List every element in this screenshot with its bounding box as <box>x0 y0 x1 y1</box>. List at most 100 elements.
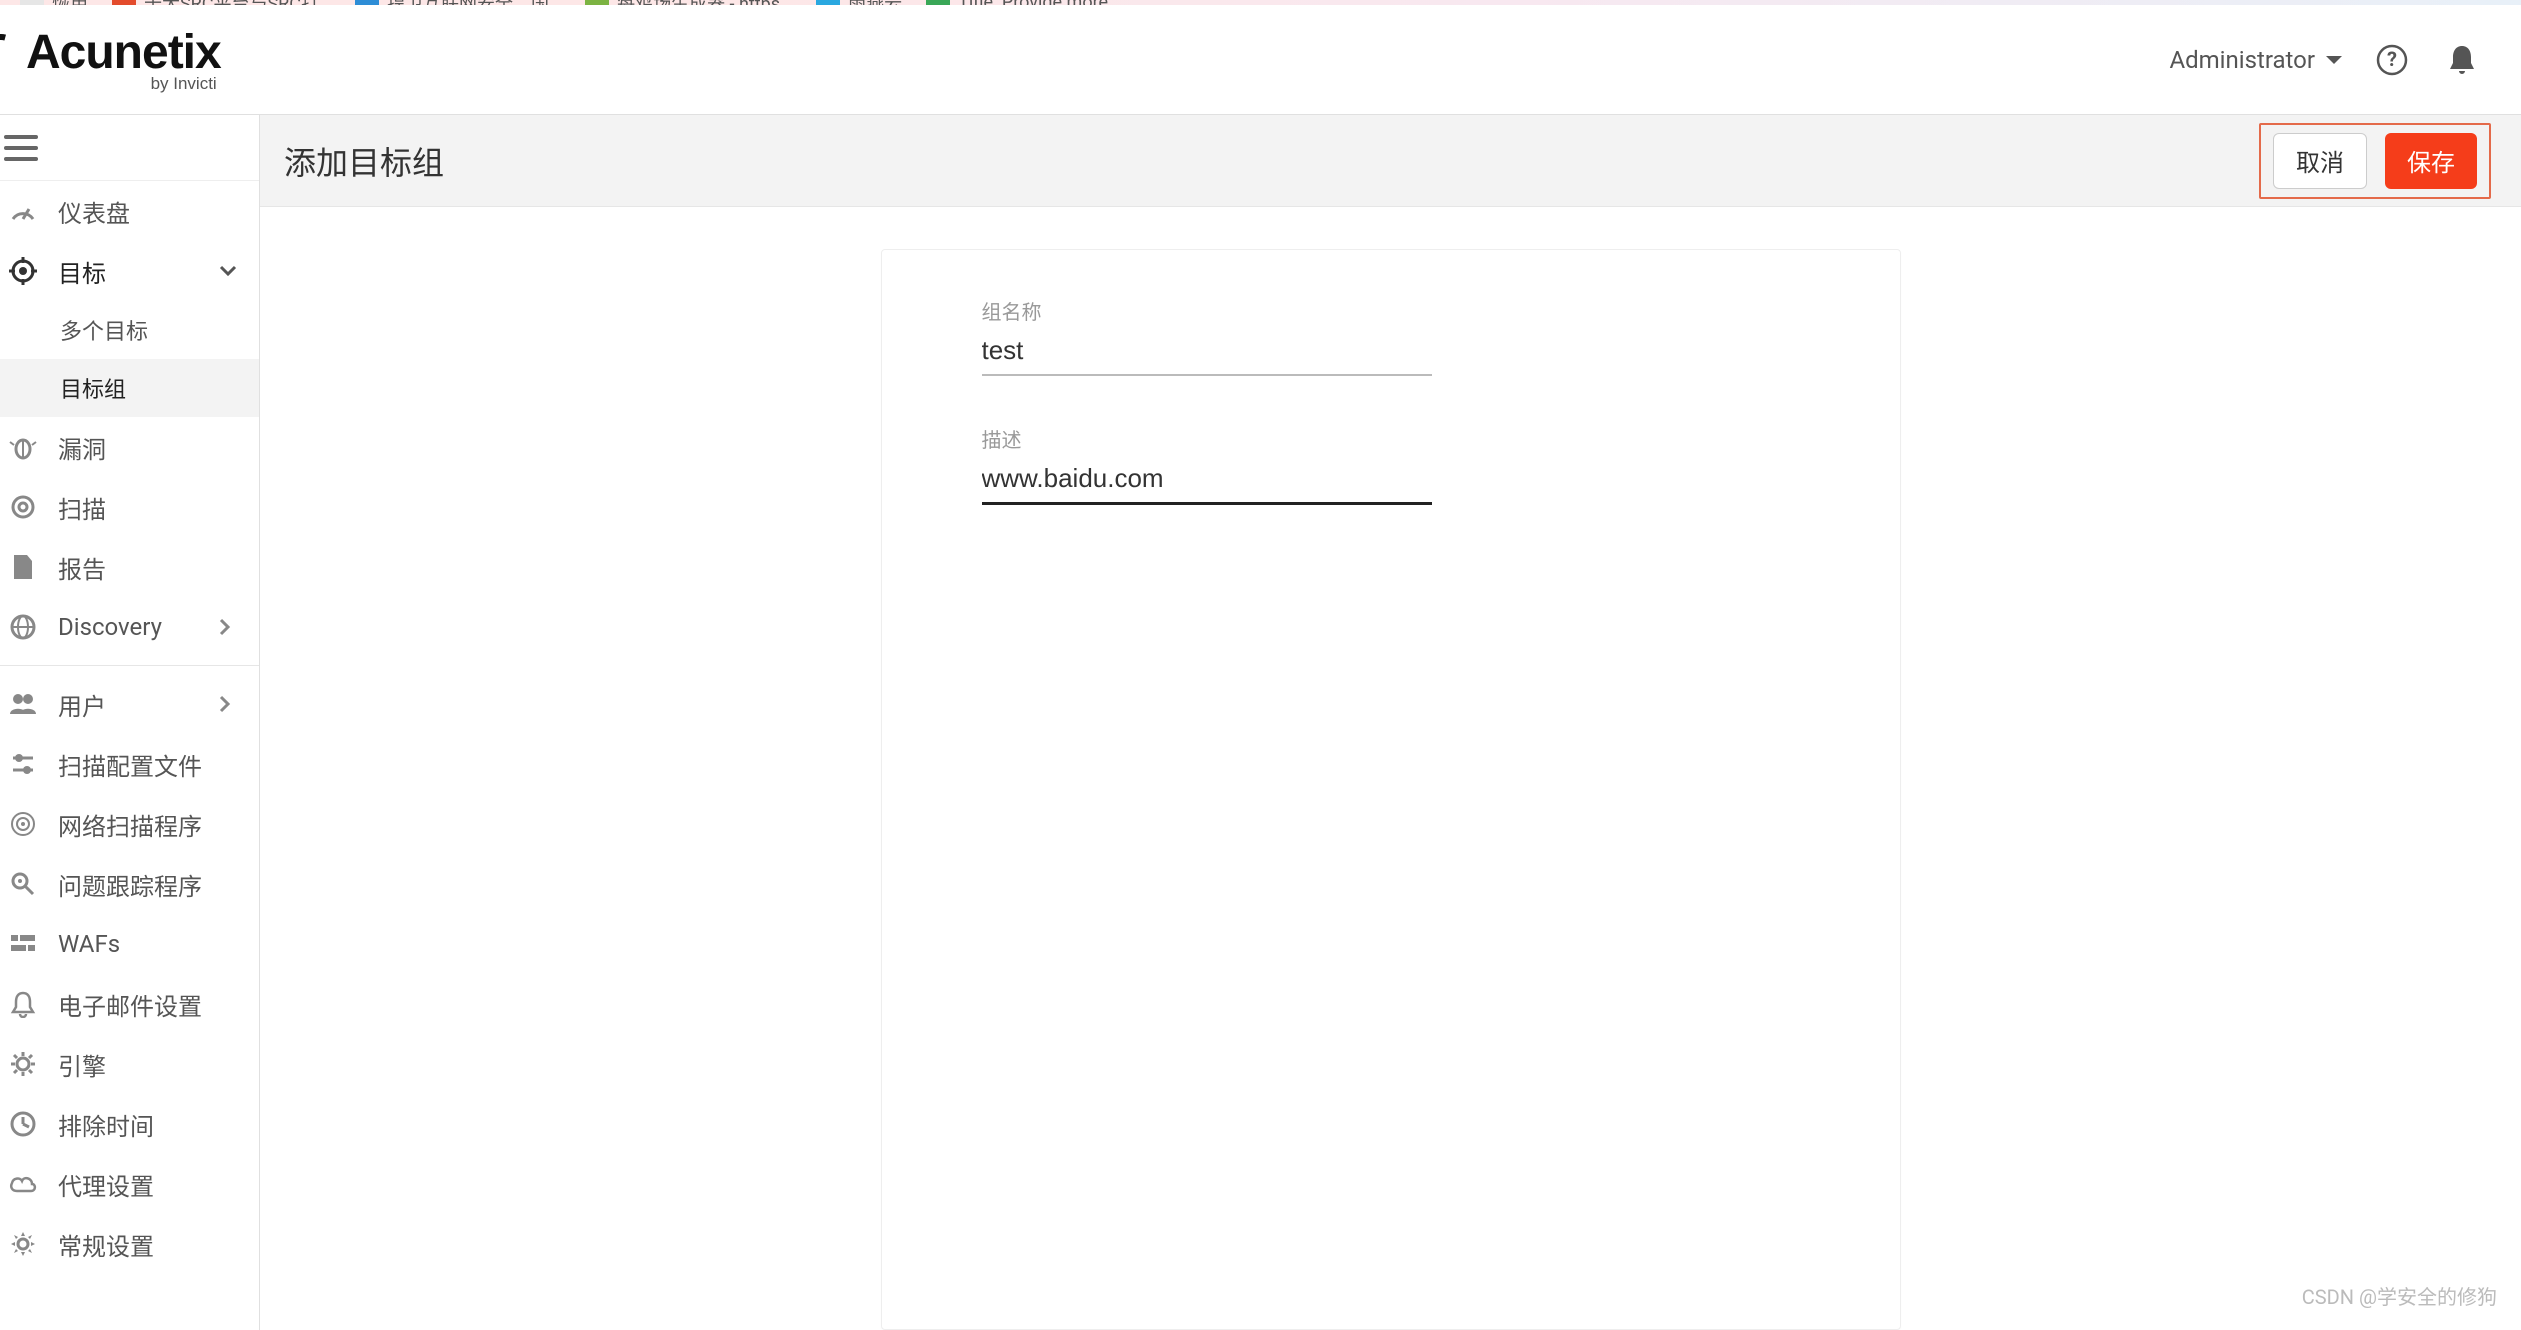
sidebar-item-proxy[interactable]: 代理设置 <box>0 1154 259 1214</box>
sidebar-toggle[interactable] <box>4 135 38 161</box>
help-icon: ? <box>2375 43 2409 77</box>
description-input[interactable] <box>982 459 1432 505</box>
bell-outline-icon <box>8 989 38 1019</box>
tune-icon <box>8 749 38 779</box>
field-description: 描述 <box>982 424 1432 505</box>
tab-label: 雨燕云 <box>848 0 902 5</box>
browser-tab[interactable]: 十大SRC平台与SRC打… <box>102 0 341 5</box>
sidebar-item-target-groups[interactable]: 目标组 <box>0 359 259 417</box>
sidebar-item-label: 电子邮件设置 <box>58 987 239 1022</box>
cog-icon <box>8 1049 38 1079</box>
sidebar-item-label: Discovery <box>58 613 199 641</box>
brand-name: Acunetix <box>26 25 221 80</box>
sidebar-item-targets[interactable]: 目标 <box>0 241 259 301</box>
sidebar-item-users[interactable]: 用户 <box>0 674 259 734</box>
save-button[interactable]: 保存 <box>2385 133 2477 189</box>
sidebar-item-label: 目标组 <box>60 372 239 404</box>
sidebar-item-scan-profiles[interactable]: 扫描配置文件 <box>0 734 259 794</box>
scan-icon <box>8 492 38 522</box>
sidebar-item-label: 报告 <box>58 550 239 585</box>
sidebar-item-discovery[interactable]: Discovery <box>0 597 259 657</box>
sidebar-item-engine[interactable]: 引擎 <box>0 1034 259 1094</box>
field-group-name: 组名称 <box>982 296 1432 376</box>
browser-tab[interactable]: 恢用 <box>10 0 98 5</box>
sidebar-divider <box>0 665 259 666</box>
sidebar-item-dashboard[interactable]: 仪表盘 <box>0 181 259 241</box>
file-icon <box>8 552 38 582</box>
caret-down-icon <box>2325 54 2343 66</box>
user-menu[interactable]: Administrator <box>2169 46 2343 74</box>
sidebar-item-label: 仪表盘 <box>58 194 239 229</box>
sidebar-item-vulns[interactable]: 漏洞 <box>0 417 259 477</box>
tab-label: 十大SRC平台与SRC打… <box>144 0 331 5</box>
page-title: 添加目标组 <box>284 138 444 184</box>
browser-tab[interactable]: 雨燕云 <box>806 0 912 5</box>
users-icon <box>8 689 38 719</box>
sidebar-item-label: 目标 <box>58 254 199 289</box>
form-card: 组名称 描述 <box>881 249 1901 1330</box>
bug-icon <box>8 432 38 462</box>
action-buttons-highlight: 取消 保存 <box>2259 123 2491 199</box>
sidebar-item-label: 问题跟踪程序 <box>58 867 239 902</box>
sidebar-item-label: WAFs <box>58 930 239 958</box>
tab-label: Title: Provide more … <box>958 0 1124 5</box>
cloud-icon <box>8 1169 38 1199</box>
waf-icon <box>8 929 38 959</box>
chevron-right-icon <box>219 618 239 636</box>
notifications-button[interactable] <box>2441 39 2483 81</box>
brand-logo[interactable]: Acunetix by Invicti <box>0 25 221 94</box>
chevron-right-icon <box>219 695 239 713</box>
bell-icon <box>2447 43 2477 77</box>
favicon-icon <box>20 0 44 5</box>
sidebar-item-wafs[interactable]: WAFs <box>0 914 259 974</box>
favicon-icon <box>112 0 136 5</box>
browser-tab[interactable]: 每鸡场生成器 - https… <box>575 0 802 5</box>
watermark-text: CSDN @学安全的修狗 <box>2302 1281 2497 1310</box>
globe-icon <box>8 612 38 642</box>
sidebar-item-label: 代理设置 <box>58 1167 239 1202</box>
favicon-icon <box>355 0 379 5</box>
sidebar-item-scans[interactable]: 扫描 <box>0 477 259 537</box>
target-icon <box>8 256 38 286</box>
sidebar-item-exclude-time[interactable]: 排除时间 <box>0 1094 259 1154</box>
sidebar-item-label: 引擎 <box>58 1047 239 1082</box>
user-label: Administrator <box>2169 46 2315 74</box>
help-button[interactable]: ? <box>2371 39 2413 81</box>
group-name-input[interactable] <box>982 331 1432 376</box>
tab-label: 恢用 <box>52 0 88 5</box>
browser-tab[interactable]: Title: Provide more … <box>916 0 1134 5</box>
sidebar-item-label: 用户 <box>58 687 199 722</box>
svg-text:?: ? <box>2387 47 2397 71</box>
content-area: 添加目标组 取消 保存 组名称 描述 <box>260 115 2521 1330</box>
sidebar-item-label: 网络扫描程序 <box>58 807 239 842</box>
sidebar-item-email[interactable]: 电子邮件设置 <box>0 974 259 1034</box>
field-label: 描述 <box>982 424 1432 453</box>
page-header: 添加目标组 取消 保存 <box>260 115 2521 207</box>
favicon-icon <box>926 0 950 5</box>
chevron-down-icon <box>219 265 239 277</box>
sidebar-item-multi-targets[interactable]: 多个目标 <box>0 301 259 359</box>
clock-icon <box>8 1109 38 1139</box>
sidebar-item-net-scanner[interactable]: 网络扫描程序 <box>0 794 259 854</box>
sidebar-item-general[interactable]: 常规设置 <box>0 1214 259 1274</box>
tab-label: 捍卫互联网安全，国… <box>387 0 561 5</box>
sidebar-item-label: 漏洞 <box>58 430 239 465</box>
sidebar-item-reports[interactable]: 报告 <box>0 537 259 597</box>
sidebar-item-label: 多个目标 <box>60 314 239 346</box>
app-header: Acunetix by Invicti Administrator ? <box>0 5 2521 115</box>
gear-icon <box>8 1229 38 1259</box>
field-label: 组名称 <box>982 296 1432 325</box>
radar-icon <box>8 809 38 839</box>
sidebar-item-issue-tracker[interactable]: 问题跟踪程序 <box>0 854 259 914</box>
sidebar: 仪表盘 目标 多个目标 目标组 漏洞 扫描 <box>0 115 260 1330</box>
cancel-button[interactable]: 取消 <box>2273 133 2367 189</box>
favicon-icon <box>585 0 609 5</box>
tab-label: 每鸡场生成器 - https… <box>617 0 792 5</box>
brand-subtitle: by Invicti <box>151 74 217 94</box>
sidebar-item-label: 排除时间 <box>58 1107 239 1142</box>
sidebar-item-label: 扫描配置文件 <box>58 747 239 782</box>
sidebar-item-label: 扫描 <box>58 490 239 525</box>
sidebar-item-label: 常规设置 <box>58 1227 239 1262</box>
browser-tab[interactable]: 捍卫互联网安全，国… <box>345 0 571 5</box>
acunetix-logo-icon <box>0 27 27 79</box>
